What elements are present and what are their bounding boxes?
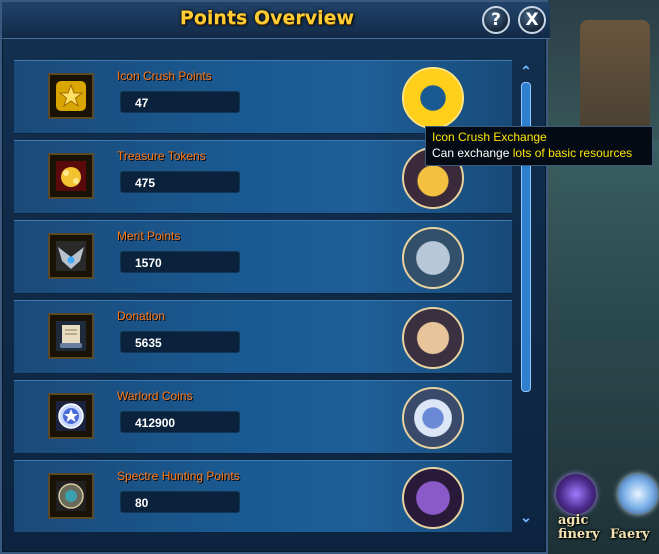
points-label: Donation: [117, 309, 166, 323]
tooltip-text: Can exchange: [432, 146, 513, 160]
tooltip-highlight: lots of basic resources: [512, 146, 633, 160]
points-value-box: 5635: [120, 331, 240, 353]
points-value: 1570: [135, 256, 162, 270]
points-label: Icon Crush Points: [117, 69, 212, 83]
magic-refinery-icon[interactable]: [556, 474, 596, 514]
points-value-box: 80: [120, 491, 240, 513]
chest-icon[interactable]: [402, 227, 464, 289]
tooltip-description: Can exchange lots of basic resources: [432, 145, 646, 162]
winged-crest-icon[interactable]: [402, 387, 464, 449]
building-wall: [560, 140, 659, 340]
faery-icon[interactable]: [618, 474, 658, 514]
spectre-rune-icon: [56, 481, 86, 511]
points-label: Warlord Coins: [117, 389, 193, 403]
points-value-box: 1570: [120, 251, 240, 273]
points-value-box: 47: [120, 91, 240, 113]
faery-label: Faery: [610, 527, 650, 542]
points-value-box: 475: [120, 171, 240, 193]
points-label: Merit Points: [117, 229, 181, 243]
points-value: 475: [135, 176, 156, 190]
points-label: Treasure Tokens: [117, 149, 206, 163]
tooltip-title: Icon Crush Exchange: [432, 130, 547, 144]
points-row-merit-points: Merit Points 1570: [14, 220, 512, 294]
item-frame: [48, 153, 94, 199]
points-row-donation: Donation 5635: [14, 300, 512, 374]
pentagram-orb-icon: [56, 401, 86, 431]
money-bag-icon[interactable]: [402, 307, 464, 369]
points-overview-window: Points Overview ? X Icon Crush Points 47: [0, 0, 550, 554]
gold-ring-icon[interactable]: [402, 67, 464, 129]
item-frame: [48, 73, 94, 119]
star-icon: [56, 81, 86, 111]
points-row-warlord-coins: Warlord Coins 412900: [14, 380, 512, 454]
item-frame: [48, 393, 94, 439]
item-frame: [48, 313, 94, 359]
points-label: Spectre Hunting Points: [117, 469, 240, 483]
building-roof: [580, 20, 650, 140]
window-title: Points Overview: [179, 7, 355, 29]
points-row-spectre-hunting: Spectre Hunting Points 80: [14, 460, 512, 532]
item-frame: [48, 473, 94, 519]
exchange-tooltip: Icon Crush Exchange Can exchange lots of…: [425, 126, 653, 166]
merit-emblem-icon: [56, 241, 86, 271]
points-value: 80: [135, 496, 149, 510]
scroll-icon: [56, 321, 86, 351]
treasure-tokens-icon: [56, 161, 86, 191]
points-value-box: 412900: [120, 411, 240, 433]
close-button[interactable]: X: [518, 6, 546, 34]
scroll-down-icon[interactable]: ⌄: [517, 510, 535, 524]
item-frame: [48, 233, 94, 279]
purple-chest-icon[interactable]: [402, 467, 464, 529]
title-bar: Points Overview ? X: [2, 2, 550, 39]
help-button[interactable]: ?: [482, 6, 510, 34]
points-value: 47: [135, 96, 149, 110]
points-row-icon-crush: Icon Crush Points 47: [14, 60, 512, 134]
points-value: 412900: [135, 416, 176, 430]
scroll-up-icon[interactable]: ⌃: [517, 64, 535, 78]
points-value: 5635: [135, 336, 162, 350]
magic-refinery-label: agic finery: [558, 513, 600, 542]
